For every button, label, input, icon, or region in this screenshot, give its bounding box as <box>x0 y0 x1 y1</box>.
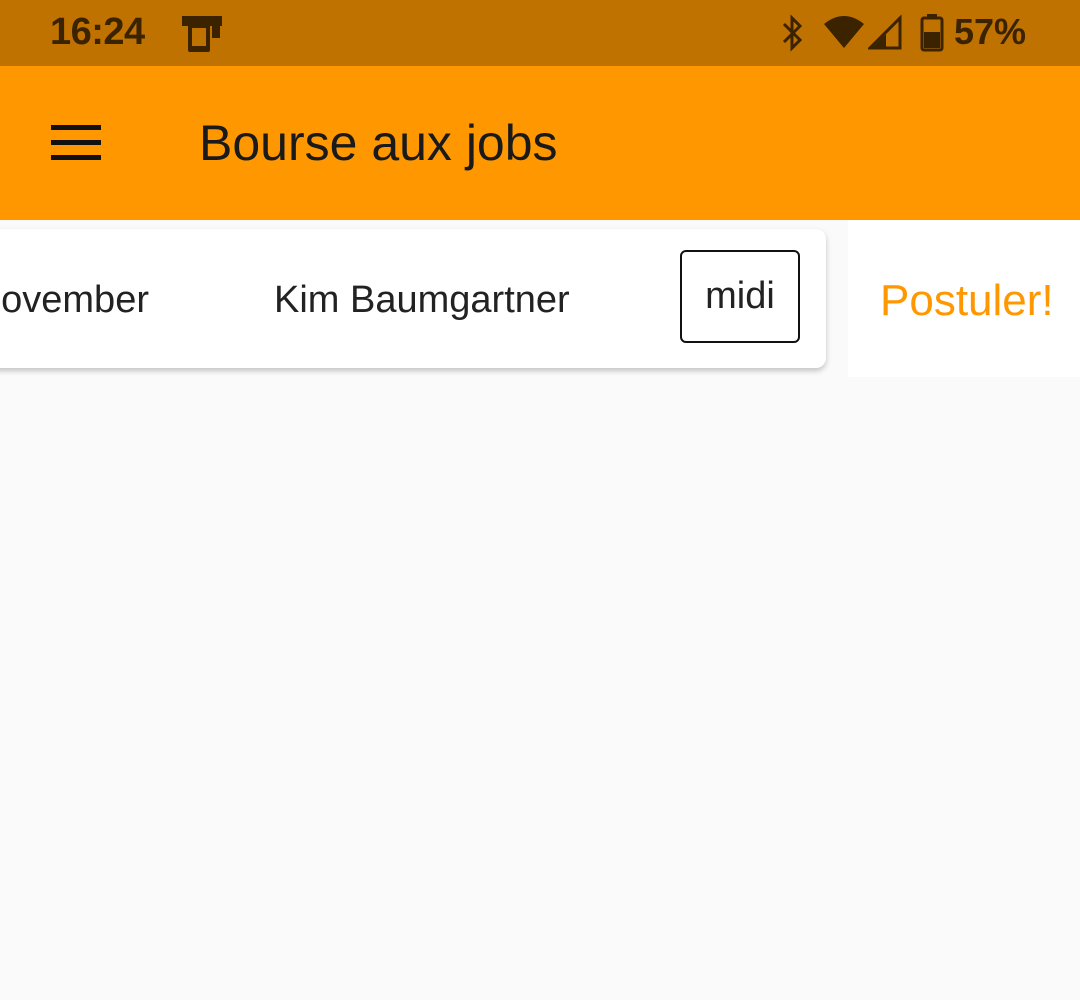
app-bar: Bourse aux jobs <box>0 66 1080 220</box>
job-shift-badge: midi <box>680 250 800 343</box>
job-person: Kim Baumgartner <box>274 279 570 321</box>
wifi-icon <box>824 16 864 48</box>
battery-icon <box>920 14 944 52</box>
battery-percent: 57% <box>954 11 1027 52</box>
page-title: Bourse aux jobs <box>199 115 558 171</box>
menu-button[interactable] <box>38 108 116 180</box>
status-time: 16:24 <box>50 11 145 53</box>
notification-device-icon <box>182 16 222 52</box>
status-bar: 16:24 57% <box>0 0 1080 66</box>
bluetooth-icon <box>782 14 803 52</box>
hamburger-menu-icon <box>51 125 101 160</box>
apply-button[interactable]: Postuler! <box>880 276 1054 326</box>
cell-signal-icon <box>868 14 902 50</box>
job-date: november <box>0 279 149 321</box>
job-card[interactable]: november Kim Baumgartner midi <box>0 229 826 368</box>
apply-panel: Postuler! <box>848 220 1080 377</box>
